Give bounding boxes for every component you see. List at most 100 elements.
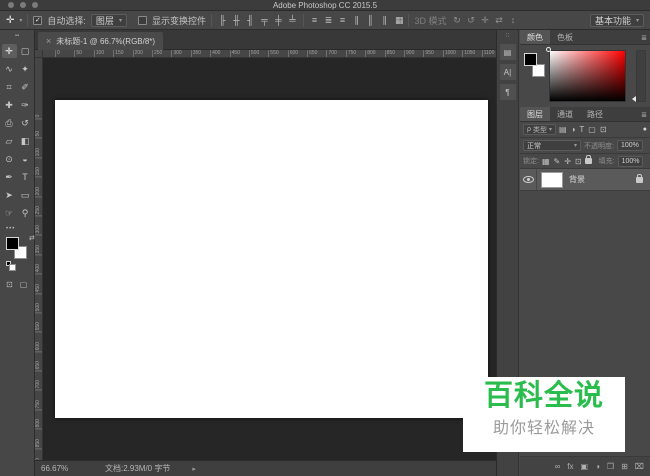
filter-adjustment-layers-icon[interactable]: ◑ xyxy=(571,125,576,134)
tool-preset-chevron-icon[interactable]: ▾ xyxy=(19,17,22,24)
align-left-edges-icon[interactable]: ╟ xyxy=(217,14,228,27)
zoom-level-field[interactable]: 66.67% xyxy=(41,464,79,473)
zoom-tool[interactable]: ⚲ xyxy=(18,206,33,220)
eyedropper-tool[interactable]: ✐ xyxy=(18,80,33,94)
opacity-value-field[interactable]: 100% xyxy=(616,140,643,151)
edit-toolbar-button[interactable]: ••• xyxy=(0,220,34,234)
fill-value-field[interactable]: 100% xyxy=(617,155,644,167)
3d-rotate-icon[interactable]: ↻ xyxy=(452,14,463,27)
layer-row[interactable]: 背景 xyxy=(520,169,650,191)
distribute-vertical-centers-icon[interactable]: ≣ xyxy=(323,14,334,27)
3d-drag-icon[interactable]: ✛ xyxy=(480,14,491,27)
spot-healing-brush-tool[interactable]: ✚ xyxy=(2,98,17,112)
tab-paths[interactable]: 路径 xyxy=(580,107,610,121)
rectangular-marquee-tool[interactable]: ▢ xyxy=(18,44,33,58)
shape-tool[interactable]: ▭ xyxy=(18,188,33,202)
layer-mask-icon[interactable]: ▣ xyxy=(581,462,589,471)
filter-pixel-layers-icon[interactable]: ▤ xyxy=(559,125,567,134)
panel-menu-icon[interactable]: ≣ xyxy=(641,111,647,119)
foreground-color-swatch[interactable] xyxy=(524,53,537,66)
workspace-dropdown[interactable]: 基本功能 ▾ xyxy=(589,13,644,27)
link-layers-icon[interactable]: ∞ xyxy=(555,462,561,471)
document-canvas[interactable] xyxy=(55,100,488,418)
collapse-dock-icon[interactable]: ∷ xyxy=(497,30,518,40)
blend-mode-dropdown[interactable]: 正常 ▾ xyxy=(523,140,581,151)
distribute-right-edges-icon[interactable]: ∥ xyxy=(379,14,390,27)
collapse-tools-icon[interactable]: ▪▪ xyxy=(0,30,34,42)
layer-thumbnail[interactable] xyxy=(541,171,563,188)
move-tool[interactable]: ✛ xyxy=(1,44,17,58)
close-document-icon[interactable]: × xyxy=(46,36,51,46)
lasso-tool[interactable]: ∿ xyxy=(2,62,17,76)
3d-slide-icon[interactable]: ⇄ xyxy=(494,14,505,27)
eraser-tool[interactable]: ▱ xyxy=(2,134,17,148)
layer-effects-icon[interactable]: fx xyxy=(567,462,573,471)
layer-visibility-toggle[interactable] xyxy=(520,169,537,190)
tab-layers[interactable]: 图层 xyxy=(520,107,550,121)
opacity-label: 不透明度: xyxy=(584,142,614,150)
align-top-edges-icon[interactable]: ╤ xyxy=(259,14,270,27)
lock-image-pixels-icon[interactable]: ✎ xyxy=(554,157,561,166)
document-tab[interactable]: × 未标题-1 @ 66.7%(RGB/8*) xyxy=(38,32,164,50)
color-picker-marker[interactable] xyxy=(546,47,551,52)
auto-select-target-dropdown[interactable]: 图层 ▾ xyxy=(90,13,127,27)
ramp-slider-arrow-icon[interactable] xyxy=(632,96,636,102)
adjustment-layer-icon[interactable]: ◑ xyxy=(595,462,600,471)
history-brush-tool[interactable]: ↺ xyxy=(18,116,33,130)
3d-roll-icon[interactable]: ↺ xyxy=(466,14,477,27)
align-horizontal-centers-icon[interactable]: ╫ xyxy=(231,14,242,27)
brush-tool[interactable]: ✑ xyxy=(18,98,33,112)
default-colors-icon[interactable] xyxy=(6,261,16,271)
clone-stamp-tool[interactable]: ⎙ xyxy=(2,116,17,130)
paragraph-panel-icon[interactable]: ¶ xyxy=(499,84,516,100)
tab-swatches[interactable]: 色板 xyxy=(550,30,580,44)
delete-layer-icon[interactable]: ⌧ xyxy=(635,462,644,471)
new-layer-icon[interactable]: ⊞ xyxy=(621,462,628,471)
tab-color[interactable]: 颜色 xyxy=(520,30,550,44)
filter-shape-layers-icon[interactable]: ▢ xyxy=(588,125,596,134)
show-transform-checkbox[interactable] xyxy=(137,15,147,25)
hand-tool[interactable]: ☞ xyxy=(2,206,17,220)
layer-group-icon[interactable]: ❒ xyxy=(607,462,614,471)
align-bottom-edges-icon[interactable]: ╧ xyxy=(287,14,298,27)
saturation-brightness-box[interactable] xyxy=(549,50,626,102)
filter-toggle-icon[interactable]: ● xyxy=(643,126,647,133)
hue-ramp-slider[interactable] xyxy=(636,50,646,102)
tab-channels[interactable]: 通道 xyxy=(550,107,580,121)
distribute-horizontal-centers-icon[interactable]: ║ xyxy=(365,14,376,27)
blur-tool[interactable]: ⊙ xyxy=(2,152,17,166)
panel-menu-icon[interactable]: ≣ xyxy=(641,34,647,42)
distribute-left-edges-icon[interactable]: ∥ xyxy=(351,14,362,27)
gradient-tool[interactable]: ◧ xyxy=(18,134,33,148)
type-tool[interactable]: T xyxy=(18,170,33,184)
distribute-top-edges-icon[interactable]: ≡ xyxy=(309,14,320,27)
align-right-edges-icon[interactable]: ╢ xyxy=(245,14,256,27)
layer-filter-dropdown[interactable]: ρ 类型 ▾ xyxy=(523,124,556,135)
dodge-tool[interactable]: ◒ xyxy=(18,152,33,166)
screen-mode-icon[interactable]: ▢ xyxy=(20,280,28,289)
vertical-ruler[interactable]: 0 50 100 150 200 250 300 350 400 450 500 550 600 650 7… xyxy=(35,58,43,460)
move-tool-icon[interactable]: ✛ xyxy=(6,15,14,26)
filter-smart-objects-icon[interactable]: ⊡ xyxy=(600,125,607,134)
crop-tool[interactable]: ⌗ xyxy=(2,80,17,94)
lock-transparent-pixels-icon[interactable]: ▦ xyxy=(542,157,550,166)
horizontal-ruler[interactable]: 0 50 100 150 200 250 300 350 400 450 500 550 600 650 7… xyxy=(43,50,496,58)
swap-colors-icon[interactable]: ⇄ xyxy=(29,234,35,242)
3d-scale-icon[interactable]: ↕ xyxy=(508,14,519,27)
auto-select-checkbox[interactable]: ✓ xyxy=(33,15,43,25)
quick-selection-tool[interactable]: ✦ xyxy=(18,62,33,76)
distribute-spacing-icon[interactable]: ▦ xyxy=(395,15,404,26)
distribute-bottom-edges-icon[interactable]: ≡ xyxy=(337,14,348,27)
quick-mask-icon[interactable]: ⊡ xyxy=(6,280,13,289)
properties-panel-icon[interactable]: ▤ xyxy=(499,44,516,60)
lock-artboard-icon[interactable]: ⊡ xyxy=(575,157,582,166)
path-selection-tool[interactable]: ➤ xyxy=(2,188,17,202)
lock-all-icon[interactable] xyxy=(584,155,592,164)
lock-position-icon[interactable]: ✛ xyxy=(564,157,571,166)
pen-tool[interactable]: ✒ xyxy=(2,170,17,184)
foreground-color-swatch[interactable] xyxy=(6,237,19,250)
align-vertical-centers-icon[interactable]: ╪ xyxy=(273,14,284,27)
status-options-arrow-icon[interactable]: ▸ xyxy=(192,465,196,473)
filter-type-layers-icon[interactable]: T xyxy=(579,125,584,134)
character-panel-icon[interactable]: A| xyxy=(499,64,516,80)
